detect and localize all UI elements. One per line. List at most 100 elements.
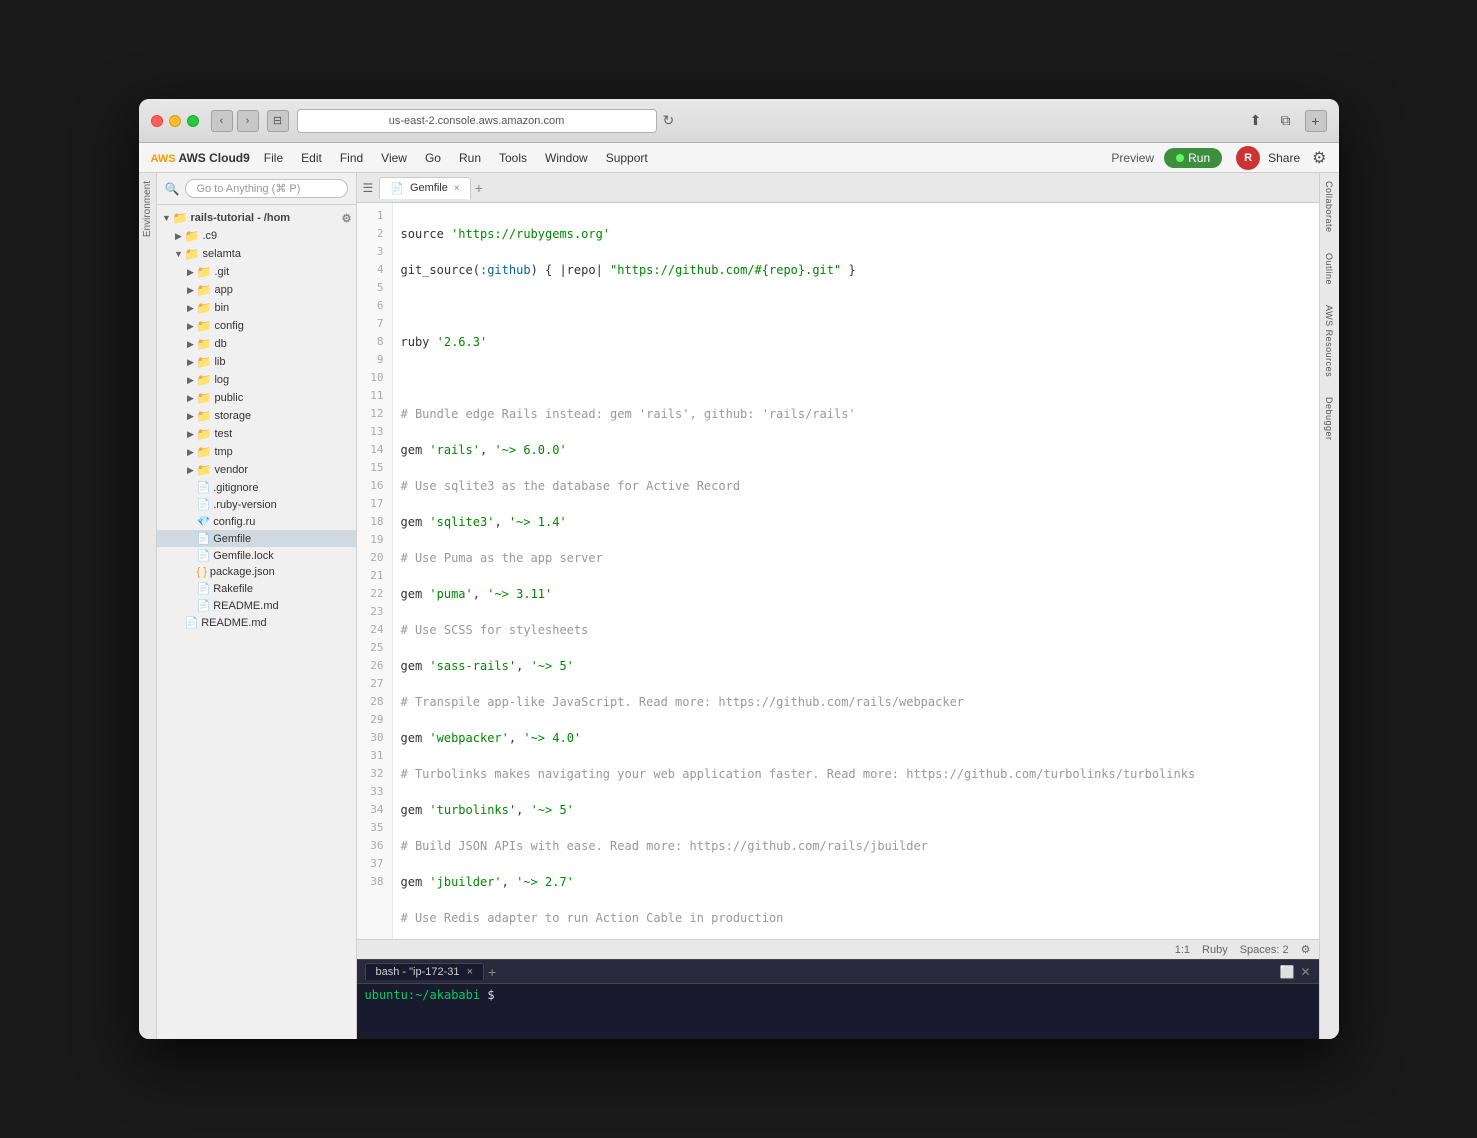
sidebar-debugger-label[interactable]: Debugger [1324, 397, 1334, 441]
minimize-window-button[interactable] [169, 115, 181, 127]
tree-item-config-ru[interactable]: 💎 config.ru [157, 513, 356, 530]
expand-icon: ▶ [185, 429, 197, 440]
tree-item-readme-2[interactable]: 📄 README.md [157, 614, 356, 631]
tree-item-name: .ruby-version [213, 499, 277, 511]
tree-item-app[interactable]: ▶ 📁 app [157, 281, 356, 299]
tree-item-lib[interactable]: ▶ 📁 lib [157, 353, 356, 371]
menu-bar: AWS AWS Cloud9 File Edit Find View Go Ru… [139, 143, 1339, 173]
tree-item-git[interactable]: ▶ 📁 .git [157, 263, 356, 281]
ln-10: 10 [357, 369, 392, 387]
sidebar-outline-label[interactable]: Outline [1324, 253, 1334, 285]
terminal-expand-button[interactable]: ⬜ [1279, 965, 1294, 979]
file-icon: 📄 [197, 498, 211, 511]
tree-item-readme-1[interactable]: 📄 README.md [157, 597, 356, 614]
tree-item-gitignore[interactable]: 📄 .gitignore [157, 479, 356, 496]
new-tab-button[interactable]: + [1305, 110, 1327, 132]
close-window-button[interactable] [151, 115, 163, 127]
status-gear-icon[interactable]: ⚙ [1301, 943, 1311, 956]
tree-item-selamta[interactable]: ▼ 📁 selamta [157, 245, 356, 263]
folder-icon: 📁 [197, 355, 212, 369]
url-bar[interactable]: us-east-2.console.aws.amazon.com [297, 109, 657, 133]
menu-item-find[interactable]: Find [332, 149, 371, 167]
tree-item-ruby-version[interactable]: 📄 .ruby-version [157, 496, 356, 513]
tree-settings-icon[interactable]: ⚙ [342, 212, 352, 225]
ln-2: 2 [357, 225, 392, 243]
ln-27: 27 [357, 675, 392, 693]
folder-icon: 📁 [197, 301, 212, 315]
menu-item-tools[interactable]: Tools [491, 149, 535, 167]
collapse-icon: ▼ [161, 213, 173, 223]
ln-24: 24 [357, 621, 392, 639]
tree-item-tmp[interactable]: ▶ 📁 tmp [157, 443, 356, 461]
search-input[interactable]: Go to Anything (⌘ P) [185, 179, 347, 198]
menu-item-edit[interactable]: Edit [293, 149, 330, 167]
tab-close-button[interactable]: × [454, 183, 460, 194]
file-search-bar: 🔍 Go to Anything (⌘ P) [157, 173, 356, 205]
window-layout-button[interactable]: ⊟ [267, 110, 289, 132]
folder-icon: 📁 [197, 427, 212, 441]
tree-item-c9[interactable]: ▶ 📁 .c9 [157, 227, 356, 245]
tree-root[interactable]: ▼ 📁 rails-tutorial - /hom ⚙ [157, 209, 356, 227]
tree-item-log[interactable]: ▶ 📁 log [157, 371, 356, 389]
editor-tab-gemfile[interactable]: 📄 Gemfile × [379, 177, 470, 199]
tree-item-db[interactable]: ▶ 📁 db [157, 335, 356, 353]
preview-label[interactable]: Preview [1111, 151, 1154, 165]
menu-item-run[interactable]: Run [451, 149, 489, 167]
tree-item-test[interactable]: ▶ 📁 test [157, 425, 356, 443]
tree-item-config[interactable]: ▶ 📁 config [157, 317, 356, 335]
tree-item-name: README.md [201, 617, 266, 629]
menu-item-support[interactable]: Support [598, 149, 656, 167]
environment-toggle[interactable]: Environment [139, 173, 157, 1039]
folder-icon: 📁 [197, 283, 212, 297]
terminal-add-tab-button[interactable]: + [488, 964, 496, 980]
menu-item-go[interactable]: Go [417, 149, 449, 167]
aws-logo: AWS [151, 153, 176, 165]
sidebar-aws-resources-label[interactable]: AWS Resources [1324, 305, 1334, 377]
share-menu-button[interactable]: Share [1262, 149, 1306, 167]
tree-item-rakefile[interactable]: 📄 Rakefile [157, 580, 356, 597]
code-line-2: git_source(:github) { |repo| "https://gi… [401, 261, 1311, 279]
tree-item-package-json[interactable]: { } package.json [157, 564, 356, 580]
tree-item-vendor[interactable]: ▶ 📁 vendor [157, 461, 356, 479]
folder-icon: 📁 [185, 229, 200, 243]
menu-item-window[interactable]: Window [537, 149, 596, 167]
code-line-7: gem 'rails', '~> 6.0.0' [401, 441, 1311, 459]
environment-label[interactable]: Environment [142, 181, 153, 237]
code-content[interactable]: source 'https://rubygems.org' git_source… [393, 203, 1319, 939]
tab-list-icon[interactable]: ☰ [363, 181, 374, 195]
terminal-content[interactable]: ubuntu:~/akababi $ [357, 984, 1319, 1039]
sidebar-collaborate-label[interactable]: Collaborate [1324, 181, 1334, 233]
code-line-9: gem 'sqlite3', '~> 1.4' [401, 513, 1311, 531]
refresh-button[interactable]: ↻ [663, 112, 675, 129]
menu-item-file[interactable]: File [256, 149, 291, 167]
run-button[interactable]: Run [1164, 148, 1222, 168]
expand-icon: ▶ [185, 393, 197, 404]
ln-7: 7 [357, 315, 392, 333]
share-button[interactable]: ⬆ [1245, 110, 1267, 132]
tree-item-public[interactable]: ▶ 📁 public [157, 389, 356, 407]
tree-item-name: .gitignore [213, 482, 258, 494]
title-bar: ‹ › ⊟ us-east-2.console.aws.amazon.com ↻… [139, 99, 1339, 143]
duplicate-button[interactable]: ⧉ [1275, 110, 1297, 132]
ln-25: 25 [357, 639, 392, 657]
terminal-tab-close[interactable]: × [467, 966, 473, 978]
editor-area: ☰ 📄 Gemfile × + 1 2 3 4 5 6 7 8 [357, 173, 1319, 1039]
forward-button[interactable]: › [237, 110, 259, 132]
terminal-tab-bash[interactable]: bash - "ip-172-31 × [365, 963, 485, 980]
tree-item-name: tmp [214, 446, 232, 458]
maximize-window-button[interactable] [187, 115, 199, 127]
code-line-11: gem 'puma', '~> 3.11' [401, 585, 1311, 603]
menu-item-view[interactable]: View [373, 149, 415, 167]
spaces-indicator: Spaces: 2 [1240, 944, 1289, 956]
status-right: 1:1 Ruby Spaces: 2 ⚙ [1175, 943, 1311, 956]
code-editor[interactable]: 1 2 3 4 5 6 7 8 9 10 11 12 13 14 15 16 1 [357, 203, 1319, 939]
tree-item-gemfile-lock[interactable]: 📄 Gemfile.lock [157, 547, 356, 564]
ln-21: 21 [357, 567, 392, 585]
terminal-close-button[interactable]: ✕ [1300, 965, 1310, 979]
tree-item-storage[interactable]: ▶ 📁 storage [157, 407, 356, 425]
gear-icon[interactable]: ⚙ [1312, 148, 1326, 168]
tree-item-gemfile[interactable]: 📄 Gemfile [157, 530, 356, 547]
tree-item-bin[interactable]: ▶ 📁 bin [157, 299, 356, 317]
add-tab-button[interactable]: + [475, 180, 483, 196]
back-button[interactable]: ‹ [211, 110, 233, 132]
